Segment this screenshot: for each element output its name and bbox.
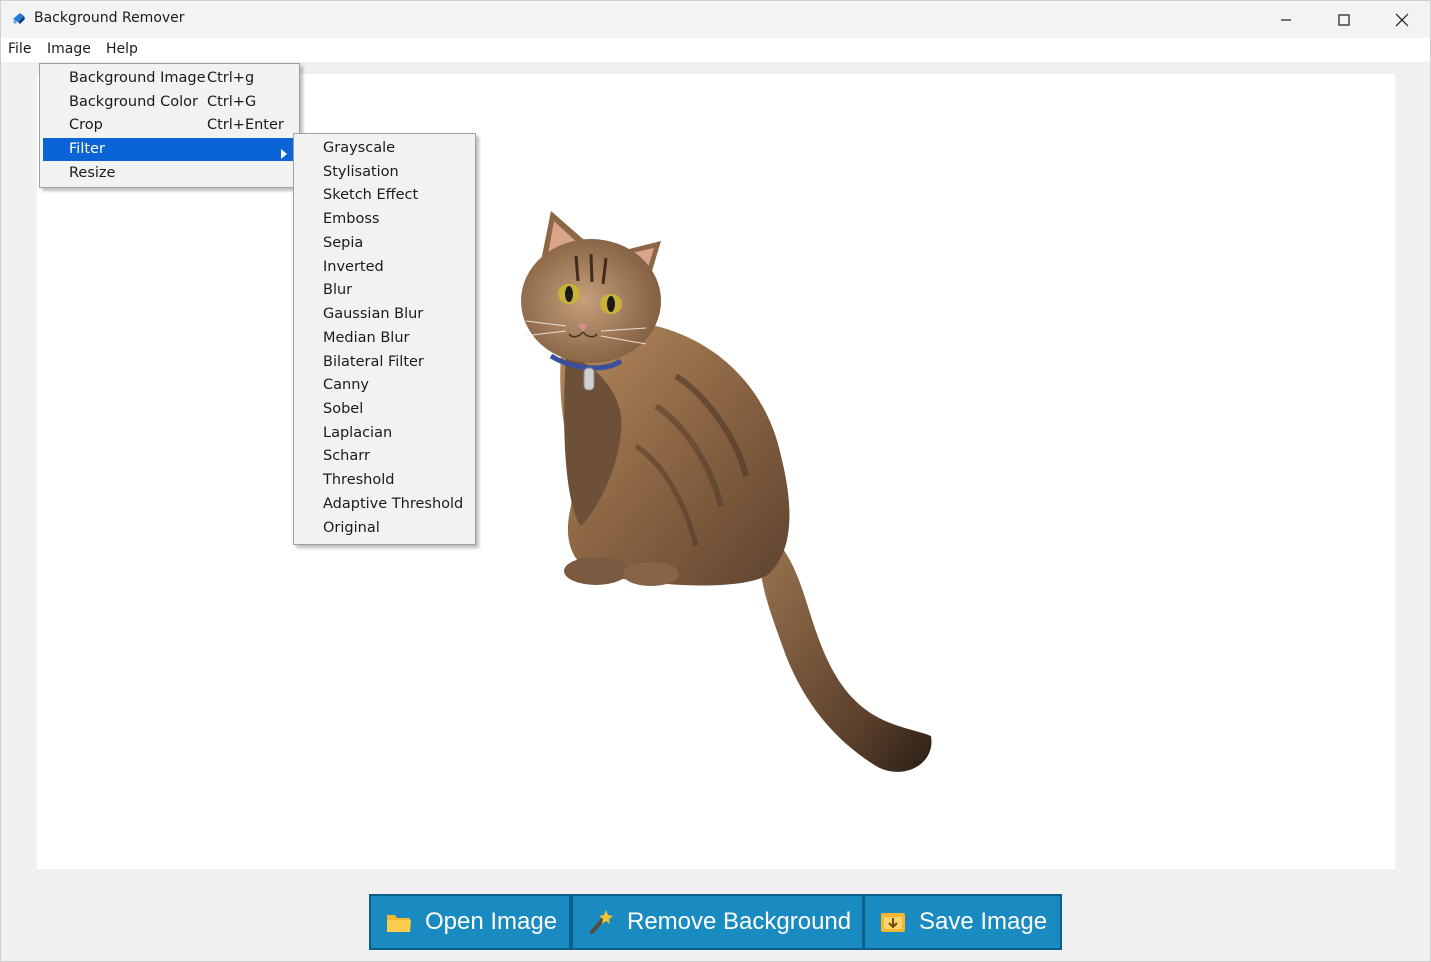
filter-original[interactable]: Original [323,517,380,540]
filter-sketch-effect[interactable]: Sketch Effect [323,184,418,207]
remove-background-button[interactable]: Remove Background [571,894,864,950]
shortcut-crop: Ctrl+Enter [207,117,284,133]
image-menu-dropdown: Background Image Ctrl+g Background Color… [39,63,300,188]
save-image-button[interactable]: Save Image [863,894,1062,950]
filter-inverted[interactable]: Inverted [323,256,384,279]
folder-icon [385,910,413,934]
menu-item-filter[interactable]: Filter [69,138,105,161]
minimize-icon [1281,18,1291,21]
menu-help[interactable]: Help [106,41,138,57]
filter-emboss[interactable]: Emboss [323,208,379,231]
magic-wand-icon [587,908,615,936]
menu-item-background-color[interactable]: Background Color [69,91,198,114]
filter-laplacian[interactable]: Laplacian [323,422,392,445]
maximize-button[interactable] [1315,1,1373,38]
open-image-button[interactable]: Open Image [369,894,571,950]
close-icon [1395,13,1409,26]
close-button[interactable] [1373,1,1431,38]
app-logo-icon [11,10,27,26]
remove-background-label: Remove Background [627,908,852,935]
app-window: Background Remover File Image Help Backg… [0,0,1431,962]
open-image-label: Open Image [425,908,558,935]
maximize-icon [1338,13,1350,26]
filter-gaussian-blur[interactable]: Gaussian Blur [323,303,423,326]
menu-item-crop[interactable]: Crop [69,114,103,137]
minimize-button[interactable] [1257,1,1315,38]
filter-sepia[interactable]: Sepia [323,232,363,255]
filter-submenu: Grayscale Stylisation Sketch Effect Embo… [293,133,476,545]
filter-scharr[interactable]: Scharr [323,445,370,468]
menu-file[interactable]: File [8,41,31,57]
shortcut-background-image: Ctrl+g [207,70,255,86]
menu-item-resize[interactable]: Resize [69,162,115,185]
filter-blur[interactable]: Blur [323,279,352,302]
filter-grayscale[interactable]: Grayscale [323,137,395,160]
filter-median-blur[interactable]: Median Blur [323,327,409,350]
save-image-label: Save Image [919,908,1048,935]
menu-image[interactable]: Image [47,41,91,57]
shortcut-background-color: Ctrl+G [207,94,257,110]
title-bar: Background Remover [1,1,1430,38]
filter-canny[interactable]: Canny [323,374,369,397]
save-download-icon [879,909,907,935]
menu-bar [1,38,1430,62]
cat-image [506,206,946,786]
window-title: Background Remover [34,10,185,26]
filter-stylisation[interactable]: Stylisation [323,161,399,184]
menu-item-background-image[interactable]: Background Image [69,67,206,90]
filter-bilateral-filter[interactable]: Bilateral Filter [323,351,424,374]
submenu-arrow-icon [281,144,287,163]
filter-threshold[interactable]: Threshold [323,469,394,492]
filter-sobel[interactable]: Sobel [323,398,363,421]
filter-adaptive-threshold[interactable]: Adaptive Threshold [323,493,463,516]
